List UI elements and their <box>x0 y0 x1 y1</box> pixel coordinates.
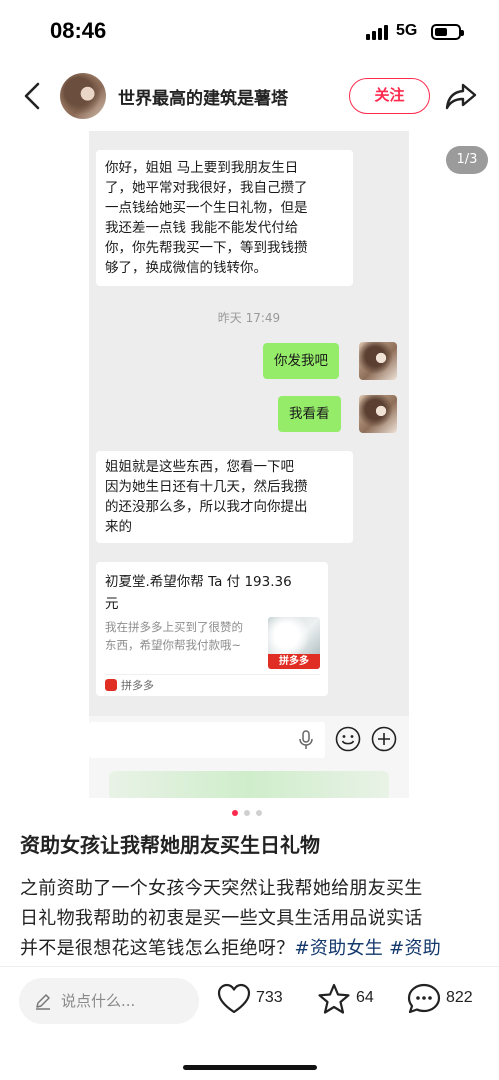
chat-line: 来的 <box>105 519 132 535</box>
carousel-dots <box>231 808 271 818</box>
card-divider <box>105 674 320 675</box>
star-count: 64 <box>356 989 374 1006</box>
post-body-line: 之前资助了一个女孩今天突然让我帮她给朋友买生 <box>20 878 423 899</box>
page-indicator: 1/3 <box>446 146 488 174</box>
chat-line: 我还差一点钱 我能不能发代付给 <box>105 220 299 236</box>
post-body-line: 并不是很想花这笔钱怎么拒绝呀？ <box>20 938 295 959</box>
bottom-bar-divider <box>0 966 499 967</box>
chat-line: 姐姐就是这些东西，您看一下吧 <box>105 459 294 475</box>
card-description: 我在拼多多上买到了很赞的 东西，希望你帮我付款哦~ <box>105 618 267 654</box>
back-button[interactable] <box>18 79 48 113</box>
chat-line: 的还没那么多，所以我才向你提出 <box>105 499 308 515</box>
author-name[interactable]: 世界最高的建筑是薯塔 <box>118 84 288 109</box>
chat-line: 一点钱给她买一个生日礼物，但是 <box>105 200 308 216</box>
pinduoduo-thumb-label: 拼多多 <box>268 654 320 669</box>
plus-circle-icon <box>371 726 397 752</box>
hashtag-link[interactable]: #资助 <box>389 938 441 959</box>
comment-button[interactable]: 822 <box>406 982 491 1018</box>
chat-line: 够了，换成微信的钱转你。 <box>105 260 267 276</box>
card-title-line: 初夏堂.希望你帮 Ta 付 193.36 <box>105 574 292 590</box>
emoji-icon <box>335 726 361 752</box>
chat-input-field <box>89 722 325 758</box>
author-avatar[interactable] <box>60 73 106 119</box>
carousel-dot <box>256 810 262 816</box>
comment-placeholder: 说点什么... <box>61 992 136 1010</box>
chat-line: 你好，姐姐 马上要到我朋友生日 <box>105 160 299 176</box>
heart-icon <box>217 983 251 1014</box>
chat-avatar <box>359 395 397 433</box>
comment-input[interactable]: 说点什么... <box>19 978 199 1024</box>
status-bar: 08:46 5G <box>0 0 499 66</box>
like-count: 733 <box>256 989 283 1006</box>
follow-button[interactable]: 关注 <box>349 78 430 114</box>
carousel-dot-active <box>232 810 238 816</box>
chevron-left-icon <box>24 82 40 110</box>
post-body-line: 日礼物我帮助的初衷是买一些文具生活用品说实话 <box>20 908 423 929</box>
product-thumbnail: 拼多多 <box>268 617 320 669</box>
chat-line: 了，她平常对我很好，我自己攒了 <box>105 180 308 196</box>
card-title-line: 元 <box>105 596 119 612</box>
payment-request-card: 初夏堂.希望你帮 Ta 付 193.36 元 我在拼多多上买到了很赞的 东西，希… <box>96 562 328 696</box>
chat-input-bar <box>89 716 409 798</box>
pencil-icon <box>36 994 50 1010</box>
star-icon <box>318 983 350 1014</box>
post-title: 资助女孩让我帮她朋友买生日礼物 <box>20 833 320 857</box>
pinduoduo-logo-icon <box>105 679 117 691</box>
keyboard-glow <box>109 771 389 798</box>
signal-icon <box>366 24 390 40</box>
chat-timestamp: 昨天 17:49 <box>217 311 281 325</box>
bottom-action-bar: 说点什么... 733 64 822 <box>0 970 499 1040</box>
battery-icon <box>431 24 464 40</box>
post-header: 世界最高的建筑是薯塔 关注 <box>0 66 499 126</box>
home-indicator <box>183 1065 317 1070</box>
network-label: 5G <box>396 22 418 39</box>
chat-message-right: 你发我吧 <box>263 343 339 379</box>
chat-message-left: 你好，姐姐 马上要到我朋友生日 了，她平常对我很好，我自己攒了 一点钱给她买一个… <box>96 150 353 286</box>
card-desc-line: 东西，希望你帮我付款哦~ <box>105 638 242 652</box>
chat-line: 因为她生日还有十几天，然后我攒 <box>105 479 308 495</box>
chat-message-right: 我看看 <box>278 396 341 432</box>
like-button[interactable]: 733 <box>216 982 296 1018</box>
post-image-carousel[interactable]: 你好，姐姐 马上要到我朋友生日 了，她平常对我很好，我自己攒了 一点钱给她买一个… <box>0 131 499 798</box>
comment-count: 822 <box>446 989 473 1006</box>
card-source: 拼多多 <box>121 679 154 692</box>
post-body-line-with-tags: 并不是很想花这笔钱怎么拒绝呀？#资助女生 #资助 <box>20 934 485 964</box>
collect-button[interactable]: 64 <box>316 982 386 1018</box>
carousel-dot <box>244 810 250 816</box>
microphone-icon <box>299 730 313 749</box>
post-body: 之前资助了一个女孩今天突然让我帮她给朋友买生 日礼物我帮助的初衷是买一些文具生活… <box>20 874 485 964</box>
chat-avatar <box>359 342 397 380</box>
chat-screenshot: 你好，姐姐 马上要到我朋友生日 了，她平常对我很好，我自己攒了 一点钱给她买一个… <box>89 131 409 798</box>
status-time: 08:46 <box>50 18 107 43</box>
card-desc-line: 我在拼多多上买到了很赞的 <box>105 620 243 634</box>
chat-message-left: 姐姐就是这些东西，您看一下吧 因为她生日还有十几天，然后我攒 的还没那么多，所以… <box>96 451 353 543</box>
hashtag-link[interactable]: #资助女生 <box>295 938 384 959</box>
share-icon <box>445 83 477 110</box>
card-title: 初夏堂.希望你帮 Ta 付 193.36 元 <box>105 571 315 615</box>
share-button[interactable] <box>444 81 478 111</box>
comment-bubble-icon <box>407 983 441 1014</box>
chat-line: 你，你先帮我买一下，等到我钱攒 <box>105 240 308 256</box>
